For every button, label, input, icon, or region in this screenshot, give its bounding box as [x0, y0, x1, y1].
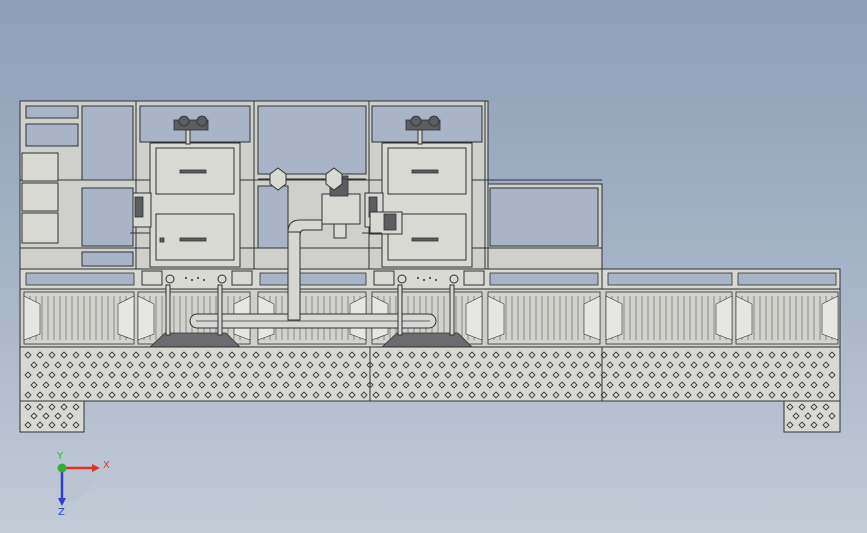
z-axis-label: Z — [58, 507, 65, 518]
cad-viewport[interactable]: X Y Z — [0, 0, 867, 533]
roller-section — [487, 291, 601, 345]
roller-section — [605, 291, 733, 345]
roller-section — [23, 291, 135, 345]
perforated-base — [19, 346, 841, 433]
x-axis-label: X — [103, 460, 110, 471]
y-axis-dot — [57, 463, 67, 473]
mid-rail — [19, 268, 841, 290]
assembly-drawing: X Y Z — [19, 100, 841, 518]
coordinate-triad-icon: X Y Z — [56, 451, 110, 518]
y-axis-label: Y — [56, 451, 64, 462]
upper-frame — [19, 100, 603, 270]
